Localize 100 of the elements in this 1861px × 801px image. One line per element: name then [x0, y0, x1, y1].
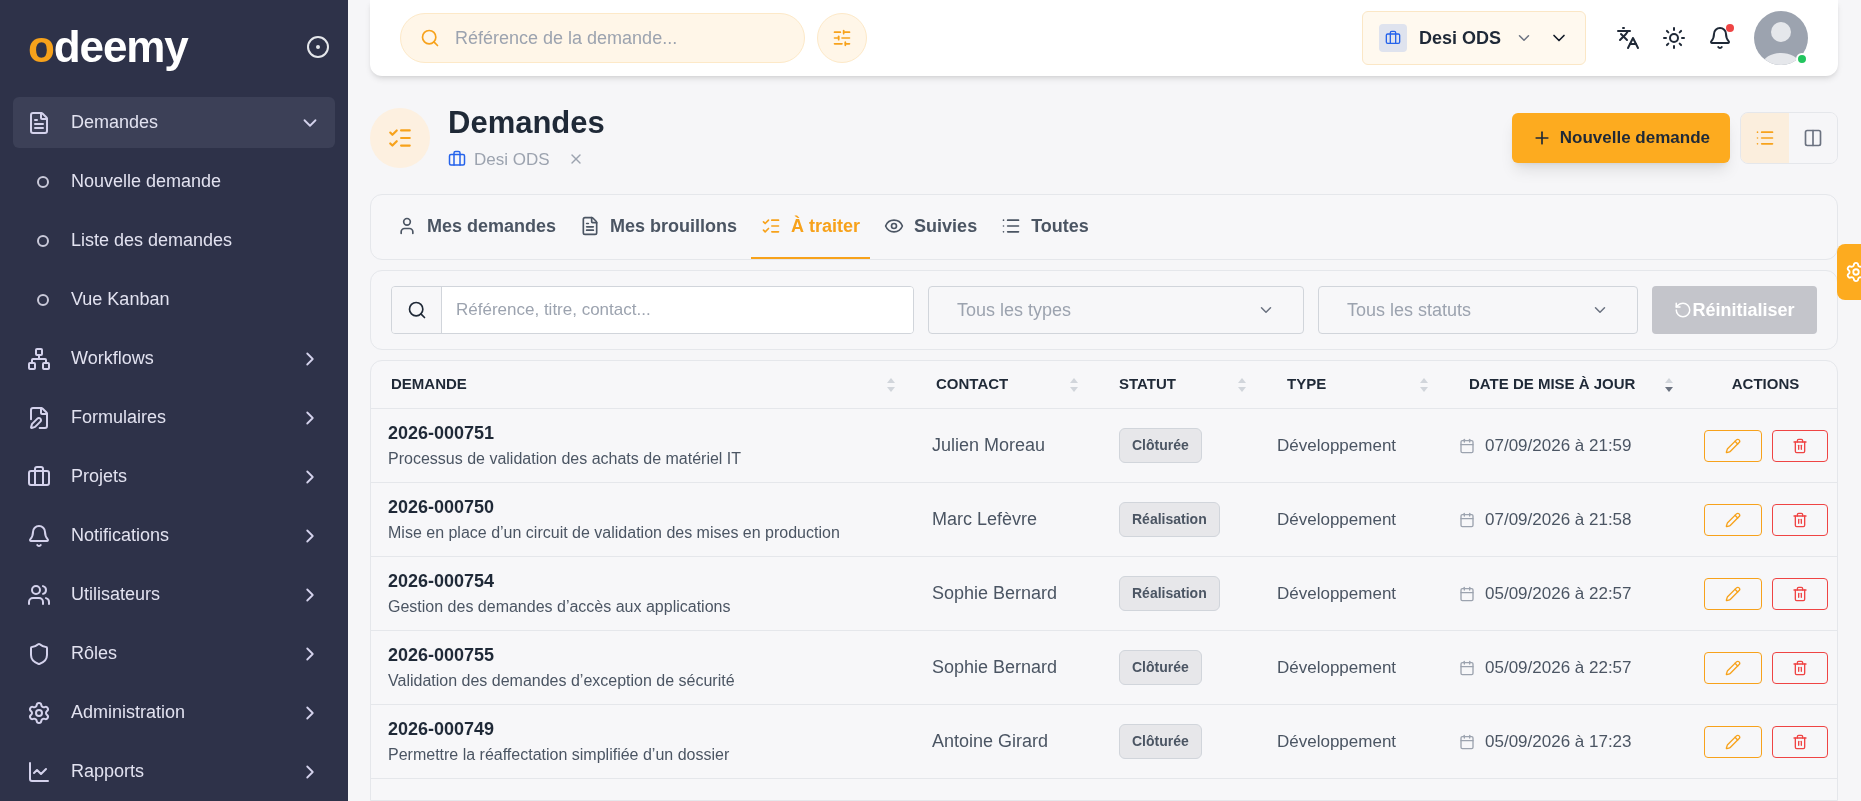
- edit-button[interactable]: [1703, 651, 1762, 684]
- calendar-icon: [1459, 437, 1475, 454]
- calendar-icon: [1459, 733, 1475, 750]
- delete-button[interactable]: [1771, 725, 1828, 758]
- menu-icon: [27, 346, 51, 371]
- column-header: ACTIONS: [1731, 374, 1800, 395]
- delete-button[interactable]: [1771, 651, 1828, 684]
- sidebar-item[interactable]: Workflows: [13, 333, 335, 384]
- sidebar-item[interactable]: Notifications: [13, 510, 335, 561]
- briefcase-icon: [1384, 30, 1401, 46]
- briefcase-icon: [448, 150, 466, 169]
- request-title: Gestion des demandes d’accès aux applications: [388, 597, 732, 617]
- trash-icon: [1791, 659, 1808, 676]
- type-text: Développement: [1276, 656, 1398, 679]
- update-date: 05/09/2026 à 22:57: [1485, 656, 1632, 679]
- request-title: Mise en place d’un circuit de validation des mises en production: [388, 523, 841, 543]
- edit-button[interactable]: [1703, 429, 1762, 462]
- tab[interactable]: Mes demandes: [387, 195, 567, 259]
- menu-icon: [27, 641, 51, 666]
- edit-button[interactable]: [1703, 577, 1762, 610]
- trash-icon: [1791, 437, 1808, 454]
- contact-name: Sophie Bernard: [931, 656, 1059, 679]
- menu-icon: [27, 464, 51, 489]
- calendar-icon: [1459, 585, 1475, 602]
- status-badge: Clôturée: [1119, 428, 1202, 463]
- translate-icon[interactable]: [1616, 26, 1640, 50]
- status-badge: Clôturée: [1119, 650, 1202, 685]
- reset-icon: [1674, 301, 1693, 319]
- request-reference: 2026-000749: [388, 718, 496, 741]
- menu-icon: [27, 523, 51, 548]
- column-header: DEMANDE: [391, 374, 467, 395]
- contact-name: Marc Lefèvre: [931, 508, 1039, 531]
- menu-icon: [27, 110, 51, 135]
- update-date: 07/09/2026 à 21:59: [1485, 434, 1632, 457]
- tab[interactable]: Suivies: [874, 195, 988, 259]
- delete-button[interactable]: [1771, 429, 1828, 462]
- sun-icon[interactable]: [1662, 26, 1686, 50]
- columns-icon: [1803, 128, 1823, 148]
- menu-icon: [27, 405, 51, 430]
- page-title: Demandes: [448, 103, 605, 142]
- brand-logo: odeemy: [28, 24, 188, 69]
- column-header: STATUT: [1119, 374, 1176, 395]
- sort-icon[interactable]: [1664, 376, 1674, 393]
- request-reference: 2026-000754: [388, 570, 496, 593]
- contact-name: Sophie Bernard: [931, 582, 1059, 605]
- workspace-select[interactable]: Desi ODS: [1361, 11, 1586, 65]
- sliders-icon: [832, 28, 852, 48]
- search-icon: [420, 28, 440, 48]
- pencil-icon: [1724, 511, 1741, 528]
- sidebar-item[interactable]: Utilisateurs: [13, 569, 335, 620]
- new-request-button[interactable]: Nouvelle demande: [1511, 113, 1730, 163]
- edit-button[interactable]: [1703, 503, 1762, 536]
- pencil-icon: [1724, 733, 1741, 750]
- delete-button[interactable]: [1771, 577, 1828, 610]
- tab-icon: [397, 216, 417, 236]
- pencil-icon: [1724, 659, 1741, 676]
- sidebar-item[interactable]: Rôles: [13, 628, 335, 679]
- type-text: Développement: [1276, 730, 1398, 753]
- column-header: CONTACT: [936, 374, 1009, 395]
- type-text: Développement: [1276, 508, 1398, 531]
- tab[interactable]: Toutes: [991, 195, 1099, 259]
- status-badge: Réalisation: [1119, 576, 1220, 611]
- status-badge: Clôturée: [1119, 724, 1202, 759]
- pencil-icon: [1724, 437, 1741, 454]
- request-title: Permettre la réaffectation simplifiée d’un dossier: [388, 745, 731, 765]
- sidebar-toggle-icon[interactable]: [306, 34, 330, 59]
- sidebar-item[interactable]: Administration: [13, 687, 335, 738]
- request-title: Processus de validation des achats de matériel IT: [388, 449, 743, 469]
- settings-icon: [1845, 261, 1861, 283]
- sidebar-item[interactable]: Demandes: [13, 97, 335, 148]
- search-field[interactable]: Référence de la demande...: [400, 13, 805, 63]
- type-text: Développement: [1276, 434, 1398, 457]
- sidebar-subitem[interactable]: Vue Kanban: [13, 270, 335, 329]
- tab-icon: [580, 216, 601, 236]
- circle-bullet-icon: [37, 175, 49, 188]
- sidebar-subitem[interactable]: Nouvelle demande: [13, 152, 335, 211]
- filter-button[interactable]: [817, 13, 867, 63]
- update-date: 07/09/2026 à 21:58: [1485, 508, 1632, 531]
- delete-button[interactable]: [1771, 503, 1828, 536]
- update-date: 05/09/2026 à 22:57: [1485, 582, 1632, 605]
- edit-button[interactable]: [1703, 725, 1762, 758]
- tab-icon: [1001, 216, 1022, 236]
- sidebar-subitem[interactable]: Liste des demandes: [13, 211, 335, 270]
- tab[interactable]: Mes brouillons: [570, 195, 748, 259]
- circle-bullet-icon: [37, 293, 49, 306]
- request-reference: 2026-000755: [388, 644, 496, 667]
- tab-icon: [761, 216, 782, 236]
- calendar-icon: [1459, 511, 1475, 528]
- avatar[interactable]: [1754, 11, 1808, 65]
- column-header: TYPE: [1287, 374, 1327, 395]
- column-header: DATE DE MISE À JOUR: [1469, 374, 1636, 395]
- sidebar-item[interactable]: Formulaires: [13, 392, 335, 443]
- request-reference: 2026-000750: [388, 496, 496, 519]
- sidebar-item[interactable]: Rapports: [13, 746, 335, 797]
- settings-button[interactable]: [1837, 244, 1861, 300]
- notification-bell-icon[interactable]: [1708, 26, 1732, 50]
- context-label: Desi ODS: [474, 148, 550, 171]
- contact-name: Antoine Girard: [931, 730, 1050, 753]
- request-reference: 2026-000751: [388, 422, 496, 445]
- sidebar-item[interactable]: Projets: [13, 451, 335, 502]
